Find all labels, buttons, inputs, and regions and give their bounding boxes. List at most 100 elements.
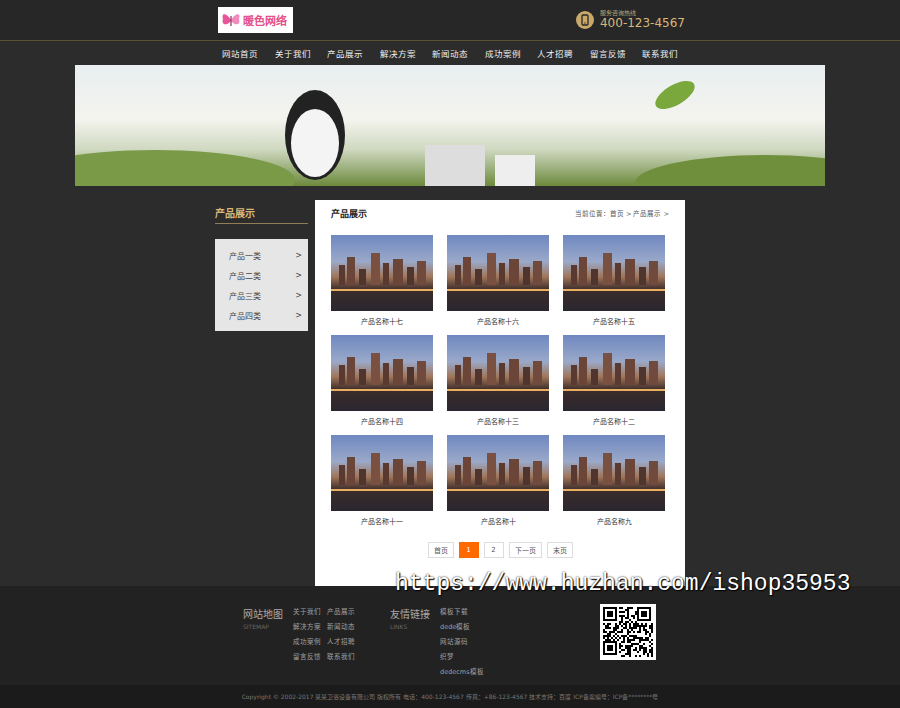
- product-card[interactable]: 产品名称十: [447, 435, 549, 535]
- friends-heading: 友情链接 LINKS: [390, 606, 440, 685]
- sidebar-title: 产品展示: [215, 205, 308, 224]
- product-image[interactable]: [563, 235, 665, 311]
- city-photo: [331, 235, 433, 311]
- product-card[interactable]: 产品名称十四: [331, 335, 433, 435]
- product-image[interactable]: [447, 435, 549, 511]
- footer-link[interactable]: 模板下载: [440, 606, 490, 621]
- product-card[interactable]: 产品名称十七: [331, 235, 433, 335]
- logo[interactable]: 暖色网络: [218, 7, 293, 33]
- sidebar-item[interactable]: 产品四类 >: [215, 305, 308, 325]
- product-card[interactable]: 产品名称十六: [447, 235, 549, 335]
- nav-item[interactable]: 新闻动态: [432, 45, 468, 61]
- sidebar-menu: 产品一类 > 产品二类 > 产品三类 > 产品四类 >: [215, 239, 308, 331]
- footer-link[interactable]: 产品展示: [327, 606, 361, 621]
- footer-link[interactable]: dedecms模板: [440, 666, 490, 681]
- sidebar-item-label: 产品三类: [229, 290, 261, 301]
- product-card[interactable]: 产品名称十三: [447, 335, 549, 435]
- footer-link[interactable]: 联系我们: [327, 651, 361, 666]
- product-name[interactable]: 产品名称十二: [563, 416, 665, 426]
- arrow-icon: >: [295, 311, 302, 320]
- butterfly-icon: [221, 10, 241, 30]
- footer-title: 友情链接: [390, 606, 440, 621]
- qr-code-icon: [600, 604, 656, 660]
- footer-subtitle: LINKS: [390, 623, 440, 630]
- nav-item[interactable]: 产品展示: [327, 45, 363, 61]
- product-image[interactable]: [331, 435, 433, 511]
- page-button[interactable]: 下一页: [509, 542, 542, 558]
- product-name[interactable]: 产品名称十五: [563, 316, 665, 326]
- page-button[interactable]: 首页: [428, 542, 454, 558]
- footer-link[interactable]: 成功案例: [293, 636, 327, 651]
- product-name[interactable]: 产品名称九: [563, 516, 665, 526]
- header: 暖色网络 服务咨询热线400-123-4567: [0, 0, 900, 40]
- nav-item[interactable]: 关于我们: [275, 45, 311, 61]
- logo-text: 暖色网络: [243, 12, 287, 28]
- hotline-text: 服务咨询热线400-123-4567: [600, 10, 685, 31]
- page-button[interactable]: 1: [459, 542, 479, 558]
- city-photo: [447, 435, 549, 511]
- city-photo: [563, 235, 665, 311]
- sidebar-item-label: 产品二类: [229, 270, 261, 281]
- product-image[interactable]: [563, 335, 665, 411]
- city-photo: [447, 235, 549, 311]
- page-button[interactable]: 2: [484, 542, 504, 558]
- product-name[interactable]: 产品名称十: [447, 516, 549, 526]
- arrow-icon: >: [295, 291, 302, 300]
- hotline-label: 服务咨询热线: [600, 10, 685, 17]
- arrow-icon: >: [295, 251, 302, 260]
- sidebar-item-label: 产品一类: [229, 250, 261, 261]
- product-image[interactable]: [331, 335, 433, 411]
- hotline: 服务咨询热线400-123-4567: [576, 10, 685, 31]
- product-card[interactable]: 产品名称九: [563, 435, 665, 535]
- product-image[interactable]: [447, 235, 549, 311]
- phone-icon: [576, 11, 594, 29]
- nav-item[interactable]: 解决方案: [380, 45, 416, 61]
- footer: 网站地图SITEMAP关于我们产品展示解决方案新闻动态成功案例人才招聘留言反馈联…: [0, 586, 900, 685]
- product-image[interactable]: [447, 335, 549, 411]
- footer-link[interactable]: 关于我们: [293, 606, 327, 621]
- product-image[interactable]: [331, 235, 433, 311]
- product-image[interactable]: [563, 435, 665, 511]
- product-name[interactable]: 产品名称十七: [331, 316, 433, 326]
- header-inner: 暖色网络 服务咨询热线400-123-4567: [215, 0, 685, 40]
- nav-item[interactable]: 联系我们: [642, 45, 678, 61]
- sidebar: 产品展示产品一类 > 产品二类 > 产品三类 > 产品四类 >: [215, 205, 308, 586]
- nav-item[interactable]: 网站首页: [222, 45, 258, 61]
- footer-link[interactable]: 网站源码: [440, 636, 490, 651]
- footer-link[interactable]: 人才招聘: [327, 636, 361, 651]
- sidebar-item[interactable]: 产品三类 >: [215, 285, 308, 305]
- city-photo: [563, 335, 665, 411]
- footer-link[interactable]: dede模板: [440, 621, 490, 636]
- sidebar-item-label: 产品四类: [229, 310, 261, 321]
- city-photo: [447, 335, 549, 411]
- product-card[interactable]: 产品名称十二: [563, 335, 665, 435]
- footer-subtitle: SITEMAP: [243, 623, 293, 630]
- city-photo: [563, 435, 665, 511]
- arrow-icon: >: [295, 271, 302, 280]
- product-card[interactable]: 产品名称十五: [563, 235, 665, 335]
- product-name[interactable]: 产品名称十四: [331, 416, 433, 426]
- sidebar-item[interactable]: 产品一类 >: [215, 245, 308, 265]
- footer-link[interactable]: 新闻动态: [327, 621, 361, 636]
- page-button[interactable]: 末页: [547, 542, 573, 558]
- footer-inner: 网站地图SITEMAP关于我们产品展示解决方案新闻动态成功案例人才招聘留言反馈联…: [215, 586, 685, 685]
- product-name[interactable]: 产品名称十一: [331, 516, 433, 526]
- footer-link[interactable]: 留言反馈: [293, 651, 327, 666]
- city-photo: [331, 335, 433, 411]
- product-name[interactable]: 产品名称十三: [447, 416, 549, 426]
- copyright-bar: Copyright © 2002-2017 某某卫浴设备有限公司 版权所有 电话…: [0, 685, 900, 708]
- footer-links: 模板下载dede模板网站源码织梦dedecms模板: [440, 606, 490, 685]
- nav-item[interactable]: 人才招聘: [537, 45, 573, 61]
- product-name[interactable]: 产品名称十六: [447, 316, 549, 326]
- nav-item[interactable]: 成功案例: [485, 45, 521, 61]
- footer-link[interactable]: 解决方案: [293, 621, 327, 636]
- sidebar-item[interactable]: 产品二类 >: [215, 265, 308, 285]
- product-card[interactable]: 产品名称十一: [331, 435, 433, 535]
- nav-item[interactable]: 留言反馈: [590, 45, 626, 61]
- breadcrumb[interactable]: 当前位置：首页 > 产品展示 >: [575, 208, 669, 218]
- footer-links: 关于我们产品展示解决方案新闻动态成功案例人才招聘留言反馈联系我们: [293, 606, 361, 685]
- sitemap-heading: 网站地图SITEMAP: [243, 606, 293, 685]
- nav-inner: 网站首页 关于我们产品展示 解决方案新闻动态 成功案例人才招聘 留言反馈联系我们: [215, 41, 685, 64]
- banner-image: [75, 65, 825, 186]
- footer-link[interactable]: 织梦: [440, 651, 490, 666]
